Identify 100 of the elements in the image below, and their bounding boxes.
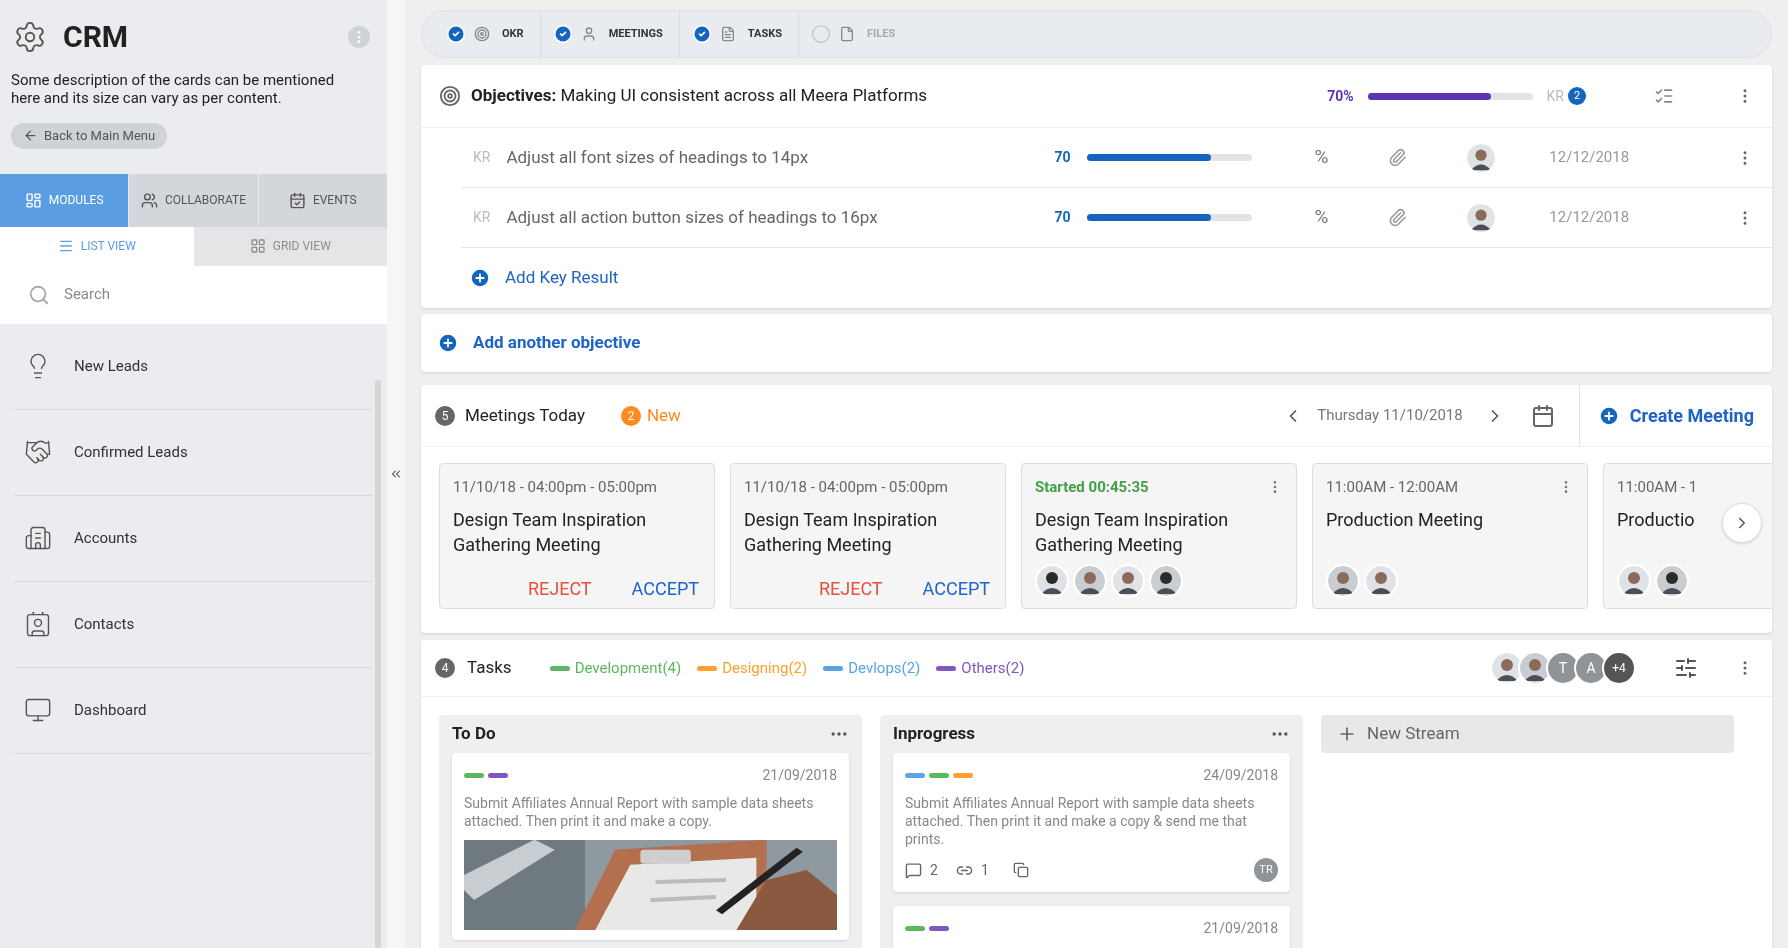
kr-tag: KR	[473, 207, 491, 228]
search-field[interactable]: Search	[64, 283, 359, 306]
sliders-icon[interactable]	[1674, 656, 1698, 680]
avatar	[1149, 564, 1183, 598]
paperclip-icon[interactable]	[1388, 148, 1408, 167]
scrollbar[interactable]	[375, 380, 381, 948]
column-title: Inprogress	[893, 722, 976, 746]
filter-label: MEETINGS	[607, 25, 664, 42]
sidebar-tab[interactable]: EVENTS	[257, 173, 387, 227]
monitor-icon	[24, 696, 52, 724]
avatar	[1617, 564, 1651, 598]
sidebar-item-label: Contacts	[74, 613, 135, 635]
sidebar-tab[interactable]: COLLABORATE	[128, 173, 258, 227]
handshake-icon	[24, 438, 52, 466]
meeting-time: 11:00AM - 1	[1617, 477, 1698, 498]
filter-toggle[interactable]: MEETINGS	[540, 11, 680, 57]
task-card[interactable]: 21/09/2018	[893, 906, 1290, 948]
modules-icon	[24, 191, 42, 209]
reject-button[interactable]: REJECT	[527, 575, 592, 602]
meeting-card[interactable]: 11:00AM - 12:00AM Production Meeting	[1312, 463, 1588, 609]
sidebar-item[interactable]: Accounts	[14, 495, 373, 582]
section-title: Tasks	[467, 656, 512, 680]
add-objective-button[interactable]: Add another objective	[421, 314, 1772, 372]
count-badge: 4	[435, 658, 455, 678]
objective-title: Objectives: Making UI consistent across all Meera Platforms	[471, 84, 928, 108]
avatar	[1326, 564, 1360, 598]
target-icon	[474, 26, 490, 42]
meeting-date: Thursday 11/10/2018	[1317, 405, 1463, 427]
task-description: Submit Affiliates Annual Report with sample data sheets attached. Then print it and make a copy & send me that prints.	[905, 794, 1256, 848]
target-icon	[439, 85, 461, 107]
legend-label[interactable]: Others(2)	[961, 656, 1025, 680]
filter-toggle[interactable]: TASKS	[679, 11, 799, 57]
more-members-badge[interactable]: +4	[1602, 651, 1636, 685]
meeting-card[interactable]: 11/10/18 - 04:00pm - 05:00pm Design Team Inspiration Gathering Meeting REJECT ACCEPT	[439, 463, 715, 609]
task-description: Submit Affiliates Annual Report with sample data sheets attached. Then print it and make a copy.	[464, 794, 815, 830]
contact-card-icon	[24, 610, 52, 638]
document-icon	[719, 26, 736, 42]
kr-count-badge: 2	[1568, 87, 1586, 105]
back-button[interactable]: Back to Main Menu	[11, 123, 168, 149]
sidebar-item[interactable]: Dashboard	[14, 667, 373, 754]
key-result-value: 70	[1054, 208, 1072, 227]
list-icon	[57, 238, 74, 254]
section-title: Meetings Today	[465, 403, 585, 427]
accept-button[interactable]: ACCEPT	[631, 575, 699, 602]
meeting-time: 11/10/18 - 04:00pm - 05:00pm	[453, 477, 657, 498]
calendar-icon[interactable]	[1530, 403, 1555, 428]
collapse-icon[interactable]	[389, 467, 403, 481]
add-key-result-button[interactable]: Add Key Result	[469, 248, 619, 308]
task-card[interactable]: 24/09/2018 Submit Affiliates Annual Report with sample data sheets attached. Then print it and make a copy & send me that prints. 2 1 TR	[893, 753, 1290, 892]
gear-icon	[13, 19, 47, 54]
arrow-left-icon	[23, 128, 38, 144]
meeting-card[interactable]: 11/10/18 - 04:00pm - 05:00pm Design Team Inspiration Gathering Meeting REJECT ACCEPT	[730, 463, 1006, 609]
task-card[interactable]: 21/09/2018 Submit Affiliates Annual Report with sample data sheets attached. Then print it and make a copy.	[452, 753, 849, 940]
search-icon	[28, 283, 50, 306]
column-title: To Do	[452, 722, 496, 746]
checklist-icon[interactable]	[1654, 86, 1674, 106]
avatar	[1465, 201, 1498, 234]
meeting-time: Started 00:45:35	[1035, 477, 1149, 498]
unit-label: %	[1314, 204, 1329, 231]
people-icon	[140, 191, 158, 209]
unit-label: %	[1314, 144, 1329, 171]
assignee-avatar: TR	[1254, 858, 1278, 882]
new-label: New	[646, 403, 681, 427]
copy-icon[interactable]	[1012, 862, 1029, 878]
key-result-value: 70	[1054, 148, 1072, 167]
accept-button[interactable]: ACCEPT	[922, 575, 990, 602]
key-result-date: 12/12/2018	[1549, 207, 1630, 229]
avatar	[1111, 564, 1145, 598]
reject-button[interactable]: REJECT	[818, 575, 883, 602]
sidebar-item[interactable]: New Leads	[14, 323, 373, 410]
new-stream-button[interactable]: New Stream	[1321, 715, 1734, 753]
avatar	[1035, 564, 1069, 598]
sidebar-item[interactable]: Contacts	[14, 581, 373, 668]
sidebar-item-label: Dashboard	[74, 699, 147, 721]
plus-icon	[469, 267, 491, 289]
meeting-title: Design Team Inspiration Gathering Meeting	[453, 507, 648, 557]
task-date: 21/09/2018	[1203, 919, 1278, 938]
attachment-count: 1	[980, 860, 989, 880]
task-date: 21/09/2018	[762, 766, 837, 785]
comment-icon[interactable]	[905, 861, 922, 879]
avatar	[1655, 564, 1689, 598]
file-icon	[839, 26, 855, 42]
meeting-time: 11:00AM - 12:00AM	[1326, 477, 1459, 498]
view-tab[interactable]: LIST VIEW	[0, 226, 194, 266]
sidebar-item-label: Confirmed Leads	[74, 441, 188, 463]
kr-tag: KR	[473, 147, 491, 168]
meeting-card[interactable]: 11:00AM - 1 Productio	[1603, 463, 1772, 609]
avatar	[1465, 141, 1498, 174]
meeting-title: Design Team Inspiration Gathering Meeting	[744, 507, 939, 557]
objective-percent: 70%	[1327, 86, 1354, 106]
sidebar-item[interactable]: Confirmed Leads	[14, 409, 373, 496]
key-result-date: 12/12/2018	[1549, 147, 1630, 169]
grid-icon	[249, 238, 266, 254]
create-meeting-button[interactable]: Create Meeting	[1578, 385, 1772, 446]
sidebar-item-label: Accounts	[74, 527, 138, 549]
filter-toggle[interactable]: OKR	[434, 11, 541, 57]
paperclip-icon[interactable]	[1388, 208, 1408, 227]
search-box[interactable]: Search	[0, 265, 387, 324]
meeting-card[interactable]: Started 00:45:35 Design Team Inspiration Gathering Meeting	[1021, 463, 1297, 609]
filter-label: OKR	[501, 25, 525, 42]
